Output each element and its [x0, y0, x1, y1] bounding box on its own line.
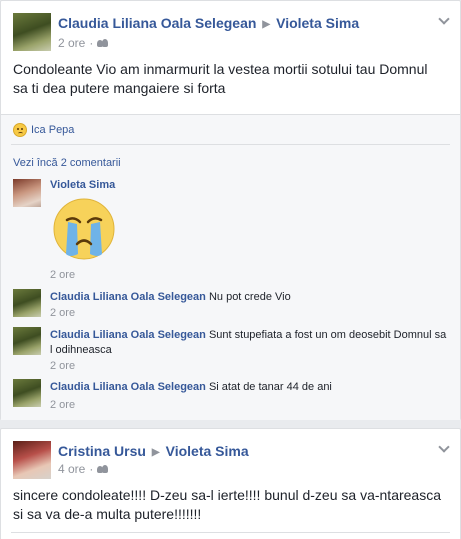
post-meta: 2 ore ·: [58, 36, 109, 50]
author-avatar[interactable]: [13, 13, 51, 51]
reaction-person-link[interactable]: Ica Pepa: [31, 124, 74, 136]
comment-text: Nu pot crede Vio: [208, 291, 291, 303]
comments-section: Ica Pepa Vezi încă 2 comentarii Violeta …: [1, 114, 460, 420]
view-more-comments-link[interactable]: Vezi încă 2 comentarii: [13, 157, 121, 169]
arrow-right-icon: ▶: [151, 447, 160, 458]
chevron-down-icon[interactable]: [438, 14, 450, 26]
comment-text: Si atat de tanar 44 de ani: [208, 381, 332, 393]
commenter-avatar[interactable]: [13, 179, 41, 207]
post-header: Cristina Ursu ▶ Violeta Sima: [58, 443, 249, 459]
comment-timestamp[interactable]: 2 ore: [50, 269, 75, 281]
comment-author-link[interactable]: Claudia Liliana Oala Selegean: [50, 291, 206, 303]
post-text: sincere condoleate!!!! D-zeu sa-l ierte!…: [13, 487, 441, 522]
post-card: Claudia Liliana Oala Selegean ▶ Violeta Si…: [0, 0, 461, 420]
comment-author-link[interactable]: Claudia Liliana Oala Selegean: [50, 381, 206, 393]
post-header: Claudia Liliana Oala Selegean ▶ Violeta Si…: [58, 15, 359, 31]
commenter-avatar[interactable]: [13, 289, 41, 317]
post-text: Condoleante Vio am inmarmurit la vestea …: [13, 61, 428, 96]
comment-body: Claudia Liliana Oala Selegean Nu pot cre…: [50, 290, 450, 305]
divider: [11, 532, 450, 533]
divider: [1, 114, 460, 115]
author-name-link[interactable]: Cristina Ursu: [58, 443, 146, 459]
comment-timestamp[interactable]: 2 ore: [50, 399, 75, 411]
divider: [11, 144, 450, 145]
audience-friends-icon[interactable]: [97, 39, 109, 47]
commenter-avatar[interactable]: [13, 379, 41, 407]
reactions-summary[interactable]: Ica Pepa: [13, 123, 74, 137]
comment-author-link[interactable]: Claudia Liliana Oala Selegean: [50, 329, 206, 341]
post-meta: 4 ore ·: [58, 462, 109, 476]
target-name-link[interactable]: Violeta Sima: [166, 443, 249, 459]
audience-friends-icon[interactable]: [97, 465, 109, 473]
comment-timestamp[interactable]: 2 ore: [50, 360, 75, 372]
comment-timestamp[interactable]: 2 ore: [50, 307, 75, 319]
author-avatar[interactable]: [13, 441, 51, 479]
comment-body: Claudia Liliana Oala Selegean Si atat de…: [50, 380, 450, 395]
post-card: Cristina Ursu ▶ Violeta Sima 4 ore · since…: [0, 428, 461, 539]
author-name-link[interactable]: Claudia Liliana Oala Selegean: [58, 15, 256, 31]
commenter-avatar[interactable]: [13, 327, 41, 355]
crying-sticker: [53, 198, 115, 260]
comment-body: Claudia Liliana Oala Selegean Sunt stupe…: [50, 328, 450, 358]
comment-author-link[interactable]: Violeta Sima: [50, 178, 115, 193]
arrow-right-icon: ▶: [262, 19, 271, 30]
post-timestamp[interactable]: 2 ore: [58, 36, 85, 50]
post-timestamp[interactable]: 4 ore: [58, 462, 85, 476]
target-name-link[interactable]: Violeta Sima: [276, 15, 359, 31]
sad-reaction-icon: [13, 123, 27, 137]
chevron-down-icon[interactable]: [438, 442, 450, 454]
